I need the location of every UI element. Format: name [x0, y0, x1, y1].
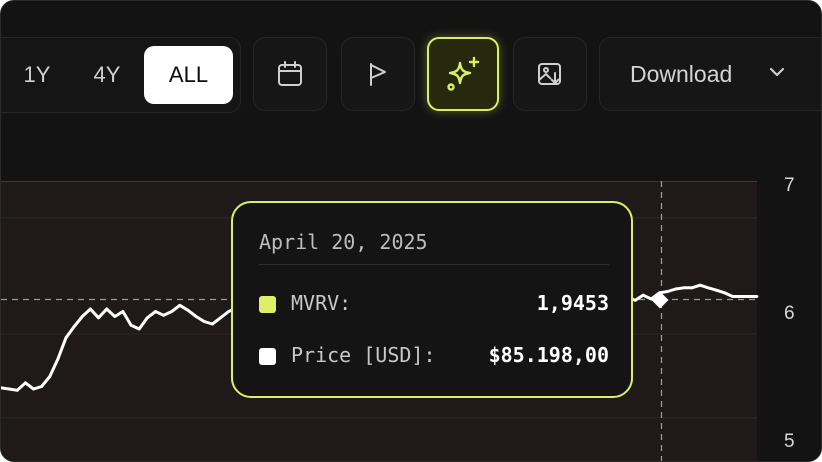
data-point [24, 381, 27, 385]
data-point [178, 303, 182, 307]
tooltip-row-mvrv: MVRV: 1,9453 [259, 291, 609, 319]
data-point [690, 286, 694, 290]
data-point [64, 336, 68, 340]
data-point [194, 315, 198, 318]
data-point [32, 387, 35, 391]
data-point [641, 293, 645, 297]
chart-widget: 1Y 4Y ALL Download 7 6 5 April 20, 2025 … [0, 0, 822, 462]
tooltip-label: MVRV: [291, 291, 352, 315]
data-point [739, 295, 743, 298]
data-point [121, 310, 125, 313]
data-point [633, 298, 637, 302]
data-point [7, 387, 11, 391]
data-point [186, 308, 190, 312]
data-point [97, 316, 100, 320]
data-point [698, 283, 702, 287]
price-swatch [259, 348, 276, 365]
data-point [731, 295, 734, 298]
data-point [682, 286, 686, 290]
y-tick-label: 7 [784, 175, 795, 196]
tooltip-row-price: Price [USD]: $85.198,00 [259, 343, 609, 371]
data-point [666, 290, 669, 293]
data-point [145, 316, 149, 320]
data-point [747, 295, 751, 298]
y-tick-label: 6 [784, 303, 795, 324]
y-tick-label: 5 [784, 431, 795, 452]
mvrv-swatch [259, 296, 276, 313]
data-point [56, 357, 60, 361]
data-point [162, 313, 166, 317]
data-point [72, 325, 76, 328]
tooltip-value: 1,9453 [536, 291, 609, 315]
data-point [211, 322, 214, 326]
data-point [129, 323, 133, 327]
data-point [137, 327, 141, 331]
chart-tooltip: April 20, 2025 MVRV: 1,9453 Price [USD]:… [231, 201, 633, 398]
data-point [715, 288, 718, 292]
data-point [170, 310, 174, 313]
tooltip-divider [259, 264, 609, 265]
data-point [706, 286, 710, 290]
data-point [40, 385, 43, 388]
data-point [48, 375, 52, 378]
tooltip-label: Price [USD]: [291, 343, 436, 367]
data-point [723, 291, 726, 295]
tooltip-value: $85.198,00 [488, 343, 609, 367]
data-point [15, 388, 19, 392]
data-point [219, 316, 222, 320]
tooltip-date: April 20, 2025 [259, 230, 428, 254]
data-point [154, 310, 157, 313]
data-point [755, 295, 759, 298]
data-point [227, 310, 231, 313]
data-point [80, 315, 84, 318]
data-point [89, 307, 92, 311]
data-point [113, 315, 117, 318]
data-point [202, 320, 206, 323]
data-point [105, 307, 109, 311]
data-point [674, 287, 678, 291]
